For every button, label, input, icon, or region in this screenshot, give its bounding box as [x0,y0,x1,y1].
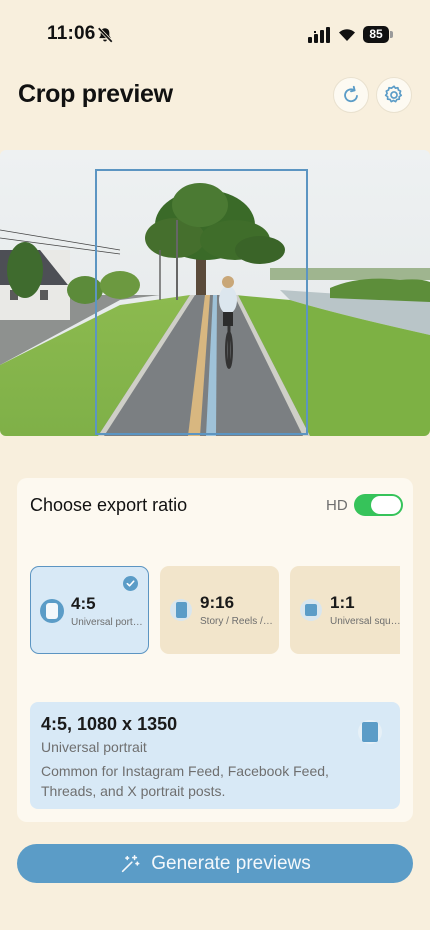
battery-cap [390,31,393,38]
bell-slash-icon [97,27,113,43]
ratio-option-9-16[interactable]: 9:16 Story / Reels / Shorts [160,566,279,654]
ratio-name: 1:1 [330,593,355,612]
wifi-icon [339,29,355,41]
hd-label: HD [326,497,348,514]
battery-level: 85 [363,26,389,43]
settings-button[interactable] [376,77,412,113]
ratio-detail-title: 4:5, 1080 x 1350 [41,714,178,734]
checkmark-icon [123,576,138,591]
square-ratio-icon [300,599,322,621]
refresh-icon [344,85,358,103]
story-ratio-icon [170,599,192,621]
portrait-ratio-icon [358,720,382,744]
status-bar: 11:06 85 [0,0,430,60]
magic-wand-icon [122,854,140,872]
export-ratio-card: Choose export ratio HD 4:5 Universal por… [17,478,413,822]
ratio-subtitle: Story / Reels / Shorts [200,616,274,627]
ratio-carousel[interactable]: 4:5 Universal portrait 9:16 Story / Reel… [30,566,400,656]
gear-icon [384,85,403,103]
ratio-detail: 4:5, 1080 x 1350 Universal portrait Comm… [30,702,400,809]
crop-frame[interactable] [95,169,308,435]
refresh-button[interactable] [333,77,369,113]
ratio-option-1-1[interactable]: 1:1 Universal square [290,566,400,654]
page-title: Crop preview [18,80,173,108]
status-time: 11:06 [47,23,96,44]
generate-previews-label: Generate previews [151,852,311,874]
hd-toggle[interactable] [354,494,403,516]
export-ratio-title: Choose export ratio [30,495,188,515]
ratio-option-4-5[interactable]: 4:5 Universal portrait [30,566,149,654]
battery-icon: 85 [363,26,393,43]
portrait-ratio-icon [40,599,64,623]
ratio-subtitle: Universal portrait [71,617,145,628]
signal-icon [308,27,330,43]
ratio-subtitle: Universal square [330,616,400,627]
ratio-detail-subtitle: Universal portrait [41,739,147,755]
generate-previews-button[interactable]: Generate previews [17,844,413,883]
ratio-name: 4:5 [71,594,96,613]
ratio-detail-description: Common for Instagram Feed, Facebook Feed… [41,763,329,799]
ratio-name: 9:16 [200,593,235,612]
hd-toggle-knob [371,496,401,514]
